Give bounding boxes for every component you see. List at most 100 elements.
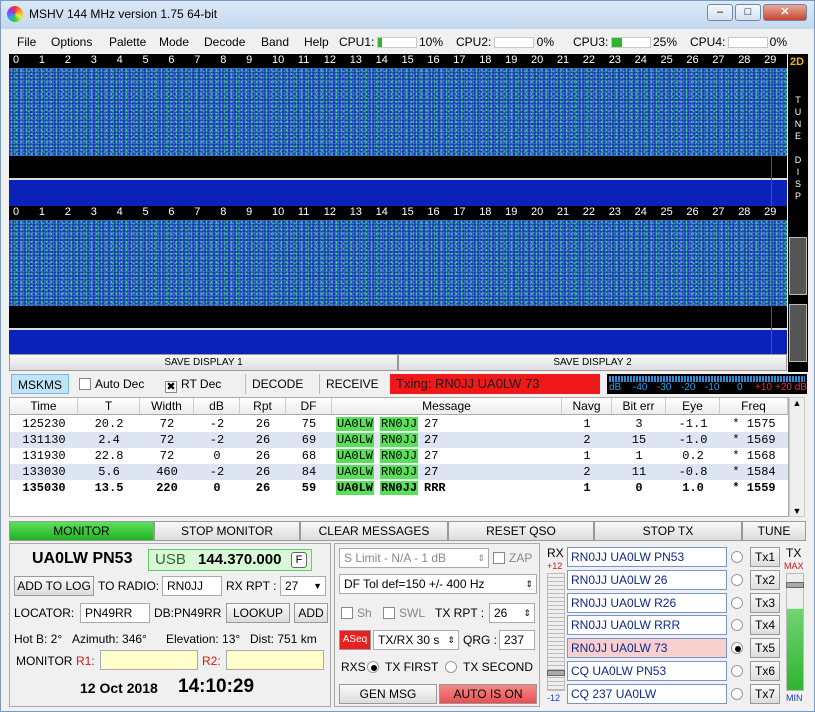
s-limit-select[interactable]: S Limit - N/A - 1 dB ⇕ [339,548,489,568]
stop-tx-button[interactable]: STOP TX [594,521,742,541]
rxs-label[interactable]: RXS [341,660,366,674]
menu-palette[interactable]: Palette [109,35,146,49]
menu-mode[interactable]: Mode [159,35,189,49]
message-word[interactable]: RRR [424,481,446,495]
minimize-icon[interactable]: – [707,4,733,21]
rx-slider-thumb[interactable] [547,670,565,676]
auto-is-on-button[interactable]: AUTO IS ON [439,684,537,704]
column-header-rpt[interactable]: Rpt [240,398,286,415]
mode-mskms[interactable]: MSKMS [11,374,70,394]
auto-dec-checkbox[interactable]: Auto Dec [73,374,150,394]
menu-decode[interactable]: Decode [204,35,245,49]
r2-field[interactable] [226,650,324,670]
reset-qso-button[interactable]: RESET QSO [448,521,594,541]
clear-messages-button[interactable]: CLEAR MESSAGES [300,521,448,541]
sh-checkbox[interactable]: Sh [341,606,372,620]
table-row[interactable]: 125230 20.2 72 -2 26 75 UA0LW RN0JJ 27 1 3 -1.1 * 15… [10,416,788,432]
menu-file[interactable]: File [17,35,36,49]
waterfall-display-1[interactable] [9,68,787,206]
message-word[interactable]: 27 [424,465,438,479]
side-slider-2[interactable] [789,304,807,362]
aseq-button[interactable]: ASeq [339,630,371,650]
table-row[interactable]: 131130 2.4 72 -2 26 69 UA0LW RN0JJ 27 2 15 -1.0 * 15… [10,432,788,448]
add-button[interactable]: ADD [294,603,328,623]
tx-rpt-select[interactable]: 26 ⇕ [489,603,535,623]
rx-rpt-select[interactable]: 27 ▼ [280,576,326,596]
menu-band[interactable]: Band [261,35,289,49]
column-header-t[interactable]: T [78,398,140,415]
message-word[interactable]: RN0JJ [380,481,419,495]
stop-monitor-button[interactable]: STOP MONITOR [154,521,300,541]
side-slider-1[interactable] [789,237,807,295]
column-header-width[interactable]: Width [140,398,194,415]
tx2-button[interactable]: Tx2 [750,569,780,590]
column-header-eye[interactable]: Eye [666,398,720,415]
txrx-period-select[interactable]: TX/RX 30 s ⇕ [373,630,459,650]
menu-options[interactable]: Options [51,35,92,49]
tx6-button[interactable]: Tx6 [750,661,780,681]
rx-gain-slider[interactable] [547,573,565,691]
tx-select-radio-1[interactable] [731,551,743,563]
tx-message-field-7[interactable]: CQ 237 UA0LW [567,683,727,704]
message-word[interactable]: UA0LW [336,449,375,463]
rt-dec-checkbox[interactable]: ✖ RT Dec [159,374,227,394]
tx-select-radio-4[interactable] [731,619,743,632]
message-word[interactable]: UA0LW [336,481,375,495]
message-word[interactable]: 27 [424,449,438,463]
column-header-msg[interactable]: Message [332,398,562,415]
close-icon[interactable]: ✕ [763,4,807,21]
waterfall-display-2[interactable] [9,220,787,354]
tx-slider-thumb[interactable] [786,582,804,588]
message-word[interactable]: UA0LW [336,417,375,431]
message-word[interactable]: UA0LW [336,465,375,479]
menu-help[interactable]: Help [304,35,329,49]
his-call-field[interactable]: RN0JJ [162,576,222,596]
message-word[interactable]: 27 [424,433,438,447]
tx-power-slider[interactable] [786,573,804,691]
column-header-db[interactable]: dB [194,398,240,415]
tx-select-radio-3[interactable] [731,596,743,609]
message-word[interactable]: 27 [424,417,438,431]
save-display-2-button[interactable]: SAVE DISPLAY 2 [398,354,787,371]
tune-button[interactable]: TUNE [742,521,806,541]
disp-vertical-label[interactable]: DISP [794,154,802,202]
tx-select-radio-2[interactable] [731,573,743,586]
tx-message-field-5[interactable]: RN0JJ UA0LW 73 [567,638,727,659]
column-header-time[interactable]: Time [10,398,78,415]
tx-message-field-1[interactable]: RN0JJ UA0LW PN53 [567,547,727,567]
scroll-up-icon[interactable]: ▲ [790,398,804,408]
tx-message-field-2[interactable]: RN0JJ UA0LW 26 [567,569,727,590]
message-word[interactable]: RN0JJ [380,417,419,431]
tx-select-radio-5[interactable] [731,642,743,655]
tx1-button[interactable]: Tx1 [750,547,780,567]
lookup-button[interactable]: LOOKUP [226,603,290,623]
table-row[interactable]: 133030 5.6 460 -2 26 84 UA0LW RN0JJ 27 2 11 -0.8 * 1… [10,464,788,480]
zap-checkbox[interactable]: ZAP [493,551,532,565]
tx-select-radio-7[interactable] [731,687,743,700]
tx-message-field-3[interactable]: RN0JJ UA0LW R26 [567,592,727,613]
table-scrollbar[interactable]: ▲ ▼ [789,397,805,517]
add-to-log-button[interactable]: ADD TO LOG [14,576,94,596]
tx-select-radio-6[interactable] [731,665,743,677]
maximize-icon[interactable]: □ [735,4,761,21]
tune-vertical-label[interactable]: TUNE [794,94,802,142]
message-word[interactable]: RN0JJ [380,433,419,447]
gen-msg-button[interactable]: GEN MSG [339,684,437,704]
table-row[interactable]: 131930 22.8 72 0 26 68 UA0LW RN0JJ 27 1 1 0.2 * 1568 [10,448,788,464]
message-word[interactable]: RN0JJ [380,449,419,463]
save-display-1-button[interactable]: SAVE DISPLAY 1 [9,354,398,371]
monitor-button[interactable]: MONITOR [9,521,154,541]
freq-f-button[interactable]: F [291,552,307,568]
locator-field[interactable]: PN49RR [80,603,150,623]
swl-checkbox[interactable]: SWL [383,606,425,620]
message-word[interactable]: UA0LW [336,433,375,447]
column-header-freq[interactable]: Freq [720,398,788,415]
tx-message-field-4[interactable]: RN0JJ UA0LW RRR [567,615,727,636]
tx3-button[interactable]: Tx3 [750,592,780,613]
column-header-navg[interactable]: Navg [562,398,612,415]
tx4-button[interactable]: Tx4 [750,615,780,636]
df-tol-select[interactable]: DF Tol def=150 +/- 400 Hz ⇕ [339,574,537,594]
tx7-button[interactable]: Tx7 [750,683,780,704]
receive-button[interactable]: RECEIVE [319,374,385,394]
r1-field[interactable] [100,650,198,670]
